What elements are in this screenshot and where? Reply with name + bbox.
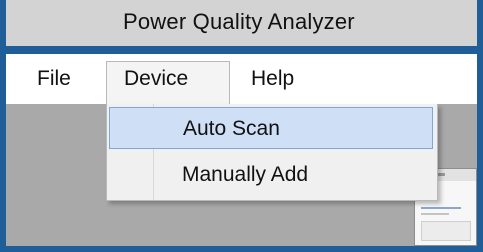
child-window-panel [421, 221, 471, 241]
child-window-content-line [421, 207, 461, 209]
menu-item-label: Auto Scan [183, 117, 280, 140]
title-bar[interactable]: Power Quality Analyzer [6, 0, 477, 46]
menu-bar: File Device Help [6, 54, 477, 106]
menu-help[interactable]: Help [251, 54, 294, 104]
menu-item-manually-add[interactable]: Manually Add [109, 154, 433, 196]
menu-file[interactable]: File [37, 54, 71, 104]
menu-device[interactable]: Device [124, 54, 188, 104]
child-window-content-line [421, 213, 449, 215]
menu-item-auto-scan[interactable]: Auto Scan [109, 107, 433, 149]
menu-item-label: Manually Add [182, 163, 309, 186]
window-title: Power Quality Analyzer [123, 9, 355, 34]
device-dropdown-menu: Auto Scan Manually Add [106, 104, 438, 201]
app-window-frame: Power Quality Analyzer File Device Help … [0, 0, 483, 252]
